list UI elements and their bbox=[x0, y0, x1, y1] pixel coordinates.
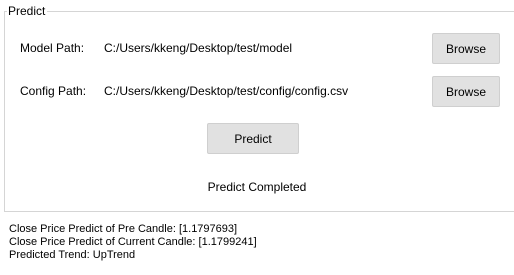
model-path-value: C:/Users/kkeng/Desktop/test/model bbox=[104, 41, 293, 55]
model-browse-button[interactable]: Browse bbox=[432, 33, 500, 64]
result-current-candle: Close Price Predict of Current Candle: [… bbox=[9, 236, 257, 248]
config-browse-button[interactable]: Browse bbox=[432, 76, 500, 107]
model-path-label: Model Path: bbox=[20, 41, 85, 55]
config-path-label: Config Path: bbox=[20, 84, 87, 98]
config-path-value: C:/Users/kkeng/Desktop/test/config/confi… bbox=[104, 84, 349, 98]
status-text: Predict Completed bbox=[207, 180, 307, 194]
result-predicted-trend: Predicted Trend: UpTrend bbox=[9, 249, 136, 261]
predict-group-title: Predict bbox=[7, 4, 48, 18]
predict-button[interactable]: Predict bbox=[207, 123, 299, 154]
result-pre-candle: Close Price Predict of Pre Candle: [1.17… bbox=[9, 223, 238, 235]
